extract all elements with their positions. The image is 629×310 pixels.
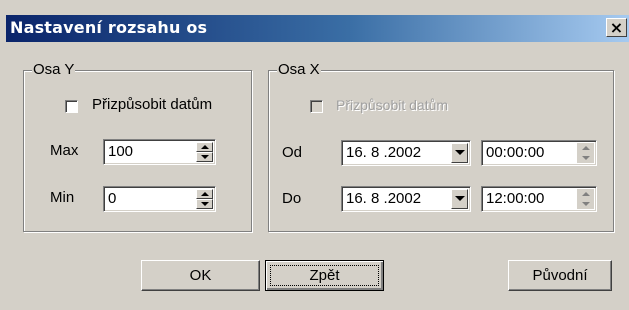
y-min-value: 0	[108, 190, 117, 207]
x-from-time-spin-down[interactable]	[577, 153, 594, 163]
chevron-down-icon	[455, 196, 465, 201]
x-from-time-spinner[interactable]	[577, 143, 594, 163]
x-fit-label: Přizpůsobit datům	[336, 97, 449, 113]
y-fit-checkbox[interactable]	[65, 100, 78, 113]
original-button-label: Původní	[532, 267, 588, 284]
arrow-up-icon	[582, 146, 590, 150]
back-button-label: Zpět	[309, 267, 340, 284]
x-fit-checkbox[interactable]	[310, 100, 323, 113]
x-to-date-dropdown[interactable]	[451, 189, 468, 209]
y-max-spin-down[interactable]	[196, 152, 213, 162]
y-fit-label: Přizpůsobit datům	[92, 96, 213, 113]
x-from-time-value: 00:00:00	[486, 144, 545, 161]
x-to-date-input[interactable]: 16. 8 .2002	[341, 186, 471, 212]
y-max-spin-up[interactable]	[196, 142, 213, 152]
x-to-label: Do	[282, 190, 302, 207]
x-from-date-input[interactable]: 16. 8 .2002	[341, 140, 471, 166]
x-to-time-spin-down[interactable]	[577, 199, 594, 209]
y-min-input[interactable]: 0	[103, 186, 216, 212]
title-bar: Nastavení rozsahu os ×	[6, 15, 629, 42]
y-max-value: 100	[108, 143, 134, 160]
ok-button[interactable]: OK	[141, 260, 260, 291]
original-button[interactable]: Původní	[508, 260, 612, 291]
ok-button-label: OK	[189, 267, 212, 284]
y-max-spinner[interactable]	[196, 142, 213, 162]
group-axis-x-legend: Osa X	[277, 61, 321, 79]
group-axis-y-legend: Osa Y	[32, 61, 76, 79]
arrow-up-icon	[201, 145, 209, 149]
x-from-label: Od	[282, 144, 303, 161]
arrow-up-icon	[201, 192, 209, 196]
chevron-down-icon	[455, 150, 465, 155]
x-from-date-dropdown[interactable]	[451, 143, 468, 163]
x-to-time-spinner[interactable]	[577, 189, 594, 209]
back-button[interactable]: Zpět	[265, 260, 384, 291]
x-from-time-input[interactable]: 00:00:00	[481, 140, 597, 166]
y-max-input[interactable]: 100	[103, 139, 216, 165]
dialog-window: Nastavení rozsahu os × Osa Y Přizpůsobit…	[0, 0, 629, 310]
arrow-down-icon	[582, 202, 590, 206]
y-max-label: Max	[50, 142, 79, 159]
x-to-time-spin-up[interactable]	[577, 189, 594, 199]
x-to-time-input[interactable]: 12:00:00	[481, 186, 597, 212]
y-min-spinner[interactable]	[196, 189, 213, 209]
window-title: Nastavení rozsahu os	[10, 18, 208, 37]
close-button[interactable]: ×	[606, 18, 627, 37]
arrow-down-icon	[201, 202, 209, 206]
x-to-date-value: 16. 8 .2002	[346, 190, 422, 207]
x-from-date-value: 16. 8 .2002	[346, 144, 422, 161]
y-min-label: Min	[50, 189, 75, 206]
x-to-time-value: 12:00:00	[486, 190, 545, 207]
arrow-up-icon	[582, 192, 590, 196]
arrow-down-icon	[582, 156, 590, 160]
y-min-spin-up[interactable]	[196, 189, 213, 199]
y-min-spin-down[interactable]	[196, 199, 213, 209]
x-from-time-spin-up[interactable]	[577, 143, 594, 153]
arrow-down-icon	[201, 155, 209, 159]
